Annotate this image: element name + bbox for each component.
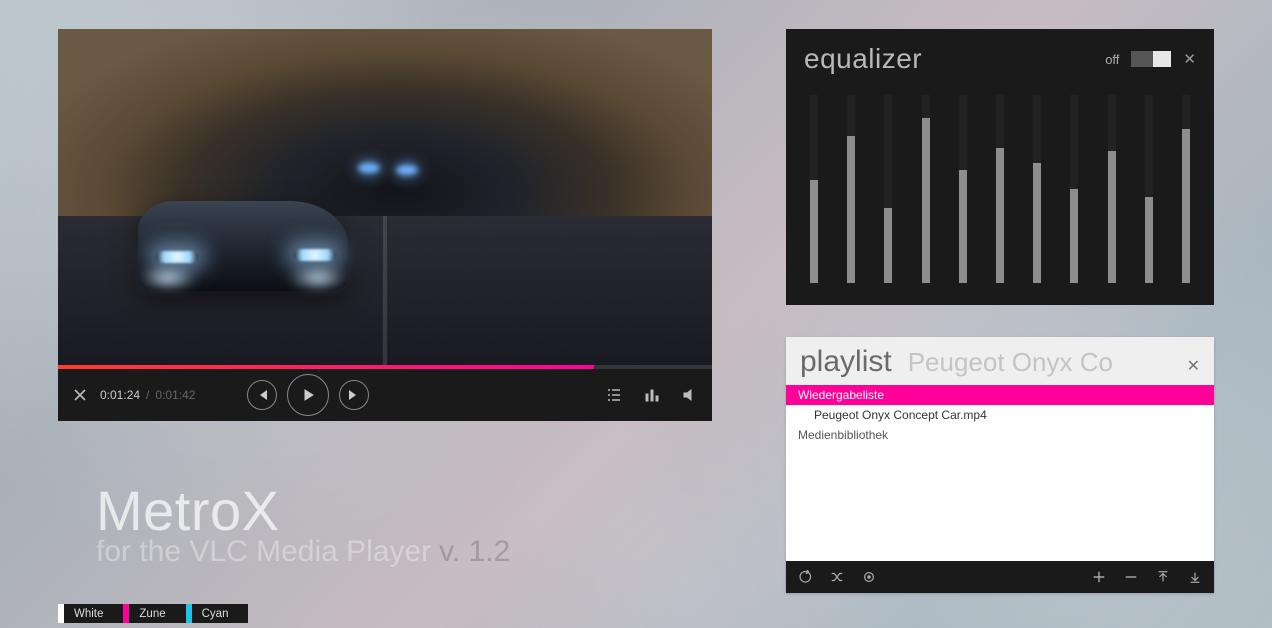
video-canvas[interactable] (58, 29, 712, 369)
branding: MetroX for the VLC Media Playerv. 1.2 (96, 478, 510, 569)
playlist-subtitle: Peugeot Onyx Co (908, 347, 1113, 378)
close-icon[interactable]: ✕ (1187, 356, 1200, 376)
list-item[interactable]: Wiedergabeliste (786, 385, 1214, 405)
current-time: 0:01:24 (100, 388, 140, 402)
playlist-icon[interactable] (606, 387, 622, 403)
equalizer-band-fill (996, 148, 1004, 283)
equalizer-band[interactable] (810, 95, 818, 283)
player-controls: 0:01:24 / 0:01:42 (58, 369, 712, 421)
close-icon[interactable] (72, 387, 88, 403)
equalizer-band-fill (922, 118, 930, 283)
time-separator: / (146, 388, 149, 402)
equalizer-band[interactable] (1182, 95, 1190, 283)
playlist-panel: playlist Peugeot Onyx Co ✕ Wiedergabelis… (786, 337, 1214, 593)
video-frame-art (138, 201, 348, 291)
duration: 0:01:42 (155, 388, 195, 402)
shuffle-icon[interactable] (830, 570, 844, 584)
equalizer-band[interactable] (1108, 95, 1116, 283)
add-icon[interactable] (1092, 570, 1106, 584)
theme-option[interactable]: White (58, 604, 123, 623)
theme-label: Zune (139, 608, 165, 620)
equalizer-band-fill (847, 136, 855, 283)
playlist-title: playlist (800, 345, 892, 379)
equalizer-band[interactable] (996, 95, 1004, 283)
theme-swatch (58, 604, 64, 623)
equalizer-title: equalizer (804, 43, 922, 75)
next-button[interactable] (339, 380, 369, 410)
equalizer-band-fill (810, 180, 818, 283)
theme-option[interactable]: Zune (123, 604, 185, 623)
repeat-icon[interactable] (798, 570, 812, 584)
theme-swatch (123, 604, 129, 623)
brand-name: MetroX (96, 478, 510, 543)
volume-icon[interactable] (682, 387, 698, 403)
down-icon[interactable] (1188, 570, 1202, 584)
equalizer-band[interactable] (922, 95, 930, 283)
video-frame-art (396, 165, 418, 175)
equalizer-band-fill (959, 170, 967, 283)
equalizer-band[interactable] (1033, 95, 1041, 283)
equalizer-band[interactable] (959, 95, 967, 283)
theme-picker: White Zune Cyan (58, 604, 248, 623)
equalizer-band-fill (884, 208, 892, 283)
equalizer-panel: equalizer off ✕ (786, 29, 1214, 305)
equalizer-toggle[interactable] (1131, 51, 1171, 67)
theme-option[interactable]: Cyan (186, 604, 249, 623)
record-icon[interactable] (862, 570, 876, 584)
equalizer-band[interactable] (1145, 95, 1153, 283)
timecode: 0:01:24 / 0:01:42 (100, 388, 195, 402)
brand-version: v. 1.2 (439, 535, 510, 568)
video-frame-art (358, 163, 380, 173)
equalizer-band[interactable] (847, 95, 855, 283)
list-item[interactable]: Medienbibliothek (786, 425, 1214, 445)
equalizer-band[interactable] (1070, 95, 1078, 283)
previous-button[interactable] (247, 380, 277, 410)
equalizer-state-label: off (1105, 52, 1119, 67)
equalizer-band-fill (1033, 163, 1041, 283)
theme-label: White (74, 608, 103, 620)
up-icon[interactable] (1156, 570, 1170, 584)
brand-subtitle: for the VLC Media Playerv. 1.2 (96, 535, 510, 569)
remove-icon[interactable] (1124, 570, 1138, 584)
equalizer-band[interactable] (884, 95, 892, 283)
equalizer-band-fill (1145, 197, 1153, 283)
equalizer-band-fill (1182, 129, 1190, 283)
theme-swatch (186, 604, 192, 623)
playlist-toolbar (786, 561, 1214, 593)
video-player: 0:01:24 / 0:01:42 (58, 29, 712, 421)
equalizer-band-fill (1108, 151, 1116, 283)
close-icon[interactable]: ✕ (1183, 50, 1196, 68)
equalizer-bands (804, 95, 1196, 283)
equalizer-band-fill (1070, 189, 1078, 283)
playlist-body: WiedergabelistePeugeot Onyx Concept Car.… (786, 385, 1214, 561)
theme-label: Cyan (202, 608, 229, 620)
equalizer-icon[interactable] (644, 387, 660, 403)
play-button[interactable] (287, 374, 329, 416)
list-item[interactable]: Peugeot Onyx Concept Car.mp4 (786, 405, 1214, 425)
